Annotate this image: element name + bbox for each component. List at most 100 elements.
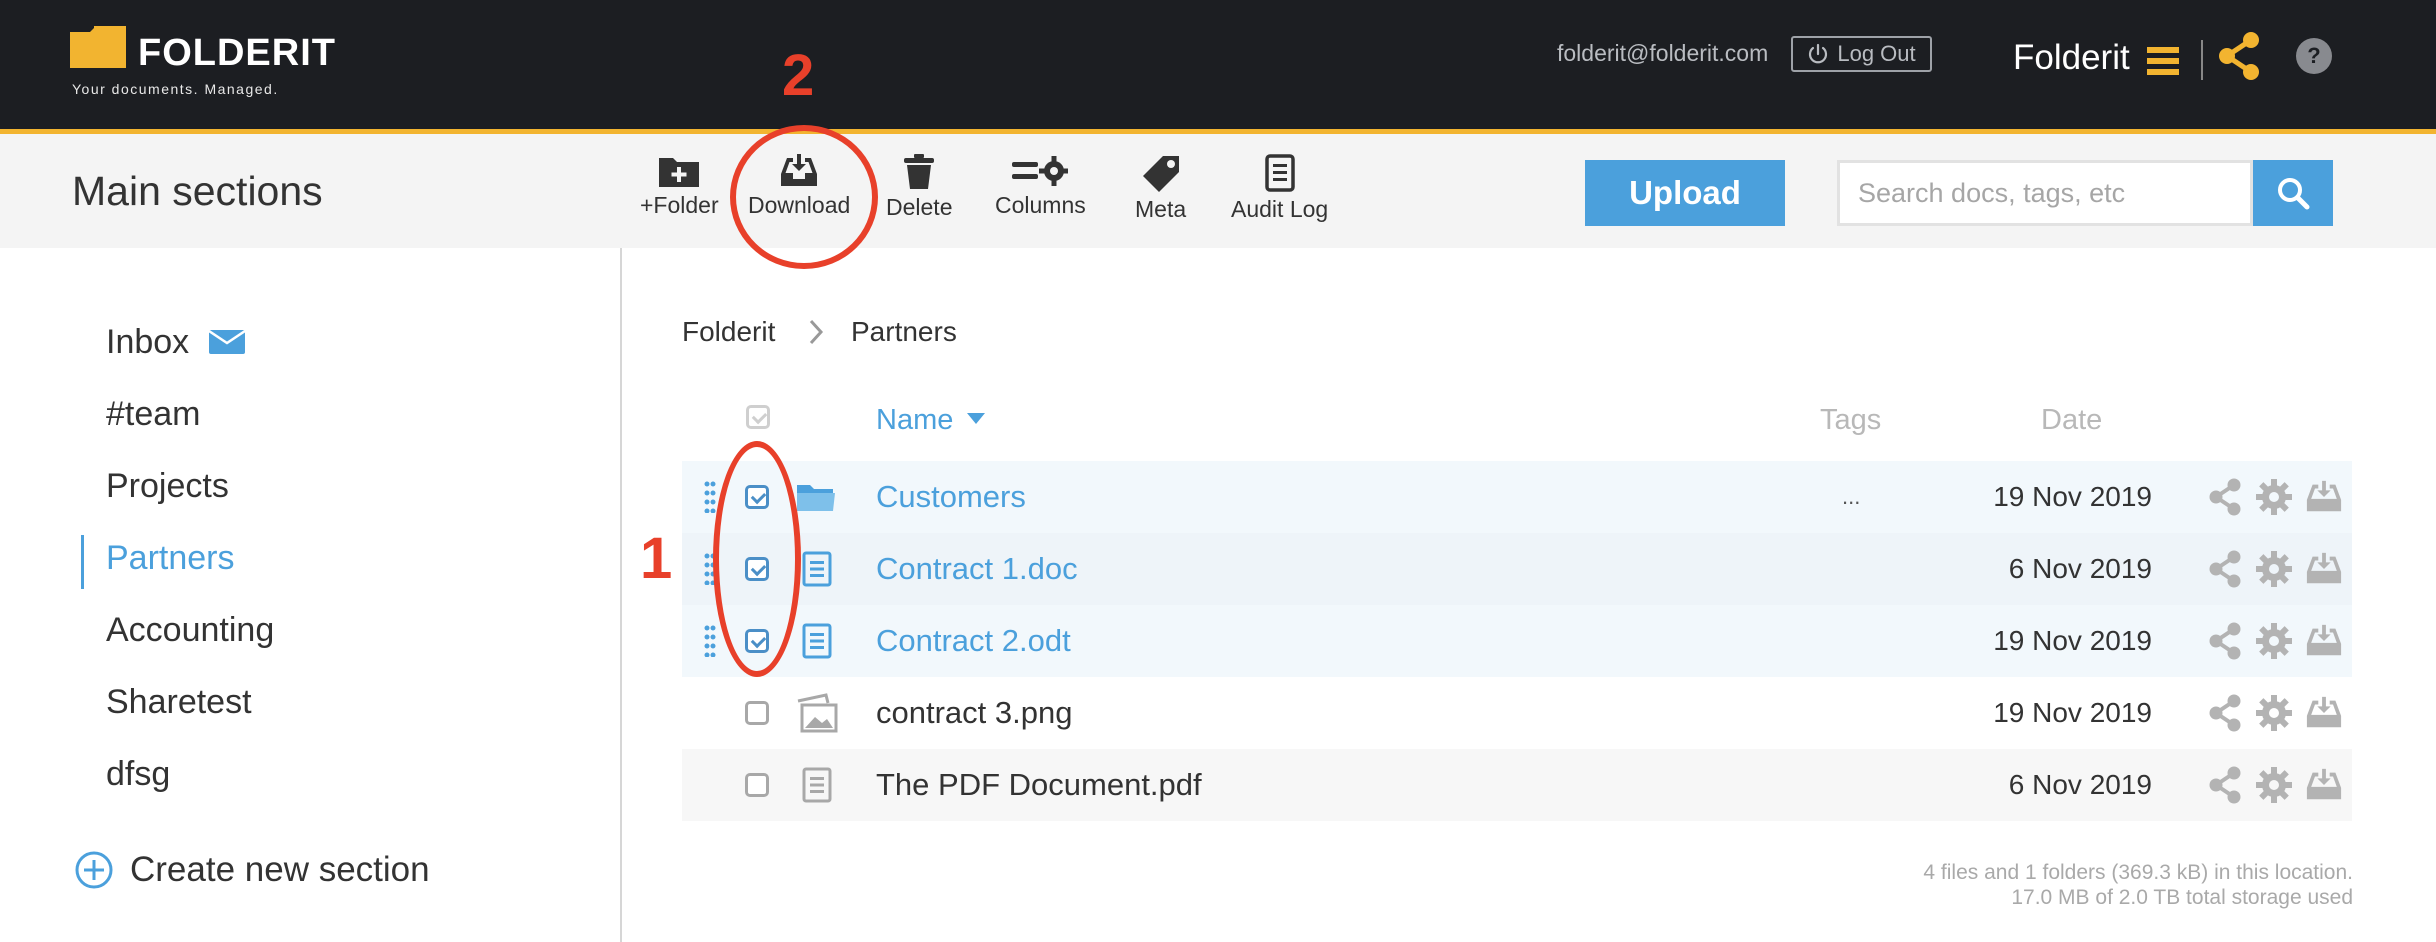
- columns-label: Columns: [995, 192, 1086, 218]
- sidebar-item-team[interactable]: #team: [106, 395, 201, 434]
- annotation-download-ellipse: [730, 125, 878, 269]
- meta-label: Meta: [1135, 196, 1187, 222]
- gear-icon[interactable]: [2255, 478, 2293, 516]
- brand-name[interactable]: Folderit: [2013, 38, 2130, 78]
- download-tray-icon[interactable]: [2305, 552, 2343, 586]
- table-row[interactable]: Contract 2.odt 19 Nov 2019: [682, 605, 2352, 677]
- columns-button[interactable]: Columns: [995, 154, 1086, 219]
- column-header-name-label: Name: [876, 404, 954, 436]
- download-tray-icon[interactable]: [2305, 624, 2343, 658]
- row-name[interactable]: contract 3.png: [876, 677, 1072, 749]
- power-icon: [1809, 43, 1828, 64]
- logo-text: FOLDERIT: [138, 32, 336, 74]
- user-email[interactable]: folderit@folderit.com: [1557, 40, 1768, 67]
- breadcrumb-root[interactable]: Folderit: [682, 316, 775, 348]
- sidebar-item-projects[interactable]: Projects: [106, 467, 229, 506]
- share-icon[interactable]: [2207, 766, 2243, 804]
- select-all-checkbox[interactable]: [746, 405, 770, 429]
- drag-handle-icon[interactable]: [704, 481, 716, 513]
- row-name[interactable]: Customers: [876, 461, 1026, 533]
- toolbar: Main sections +Folder Download Delete Co…: [0, 134, 2436, 248]
- storage-info-total: 17.0 MB of 2.0 TB total storage used: [2011, 886, 2353, 909]
- gear-icon[interactable]: [2255, 694, 2293, 732]
- folder-icon: [797, 485, 835, 511]
- row-actions: [2207, 461, 2343, 533]
- sidebar-active-indicator: [81, 535, 84, 589]
- sidebar-item-label: Projects: [106, 467, 229, 505]
- storage-info: 4 files and 1 folders (369.3 kB) in this…: [1923, 860, 2353, 910]
- audit-log-label: Audit Log: [1231, 196, 1329, 222]
- sidebar-item-label: Accounting: [106, 611, 275, 649]
- sidebar-item-dfsg[interactable]: dfsg: [106, 755, 170, 794]
- table-row[interactable]: Customers ... 19 Nov 2019: [682, 461, 2352, 533]
- row-actions: [2207, 533, 2343, 605]
- logo-tagline: Your documents. Managed.: [72, 81, 279, 97]
- gear-icon[interactable]: [2255, 550, 2293, 588]
- download-tray-icon[interactable]: [2305, 768, 2343, 802]
- table-row[interactable]: Contract 1.doc 6 Nov 2019: [682, 533, 2352, 605]
- sidebar-item-partners[interactable]: Partners: [106, 539, 235, 578]
- sidebar-item-sharetest[interactable]: Sharetest: [106, 683, 252, 722]
- table-row[interactable]: contract 3.png 19 Nov 2019: [682, 677, 2352, 749]
- logout-label: Log Out: [1837, 41, 1916, 66]
- download-tray-icon[interactable]: [2305, 480, 2343, 514]
- audit-log-button[interactable]: Audit Log: [1231, 154, 1328, 223]
- tag-icon: [1142, 156, 1179, 192]
- gear-icon[interactable]: [2255, 766, 2293, 804]
- sidebar-item-label: #team: [106, 395, 201, 433]
- hamburger-menu-icon[interactable]: [2147, 47, 2179, 75]
- download-tray-icon[interactable]: [2305, 696, 2343, 730]
- row-actions: [2207, 605, 2343, 677]
- table-row[interactable]: The PDF Document.pdf 6 Nov 2019: [682, 749, 2352, 821]
- row-actions: [2207, 749, 2343, 821]
- column-header-date[interactable]: Date: [2041, 404, 2102, 437]
- annotation-step-2: 2: [782, 43, 815, 108]
- folder-logo-icon: [70, 26, 126, 68]
- annotation-step-1: 1: [640, 526, 673, 591]
- row-checkbox[interactable]: [745, 773, 769, 797]
- sidebar-item-label: Inbox: [106, 323, 190, 361]
- logout-button[interactable]: Log Out: [1791, 36, 1932, 72]
- row-name[interactable]: The PDF Document.pdf: [876, 749, 1202, 821]
- document-icon: [802, 767, 832, 803]
- share-icon[interactable]: [2207, 622, 2243, 660]
- document-icon: [802, 551, 832, 587]
- image-file-icon: [797, 693, 838, 733]
- share-icon[interactable]: [2207, 478, 2243, 516]
- upload-button[interactable]: Upload: [1585, 160, 1785, 226]
- row-name[interactable]: Contract 1.doc: [876, 533, 1078, 605]
- add-folder-button[interactable]: +Folder: [640, 154, 719, 219]
- plus-circle-icon: [75, 851, 113, 889]
- document-icon: [802, 623, 832, 659]
- column-header-name[interactable]: Name: [876, 404, 986, 437]
- chevron-right-icon: [809, 319, 824, 345]
- share-icon[interactable]: [2207, 694, 2243, 732]
- sidebar-item-accounting[interactable]: Accounting: [106, 611, 274, 650]
- sidebar-item-inbox[interactable]: Inbox: [106, 323, 246, 362]
- row-name[interactable]: Contract 2.odt: [876, 605, 1071, 677]
- help-icon[interactable]: ?: [2296, 38, 2332, 74]
- row-tags[interactable]: ...: [1842, 461, 1860, 533]
- delete-button[interactable]: Delete: [886, 154, 952, 221]
- sidebar-item-label: Sharetest: [106, 683, 252, 721]
- share-icon[interactable]: [2207, 550, 2243, 588]
- add-folder-icon: [659, 158, 700, 187]
- gear-icon[interactable]: [2255, 622, 2293, 660]
- columns-gear-icon: [1012, 156, 1069, 186]
- drag-handle-icon[interactable]: [704, 625, 716, 657]
- meta-button[interactable]: Meta: [1135, 154, 1186, 223]
- create-section-label: Create new section: [130, 850, 430, 889]
- top-bar: FOLDERIT Your documents. Managed. folder…: [0, 0, 2436, 129]
- sort-down-icon: [967, 413, 986, 424]
- share-icon[interactable]: [2215, 30, 2263, 82]
- trash-icon: [904, 154, 935, 189]
- create-section-button[interactable]: Create new section: [74, 850, 430, 890]
- annotation-checkbox-ellipse: [713, 441, 801, 677]
- page-title: Main sections: [72, 168, 323, 214]
- column-header-tags[interactable]: Tags: [1820, 404, 1881, 437]
- search-button[interactable]: [2253, 160, 2333, 226]
- sidebar-item-label: Partners: [106, 539, 235, 577]
- row-checkbox[interactable]: [745, 701, 769, 725]
- row-date: 19 Nov 2019: [1993, 697, 2152, 728]
- search-input[interactable]: [1837, 160, 2253, 226]
